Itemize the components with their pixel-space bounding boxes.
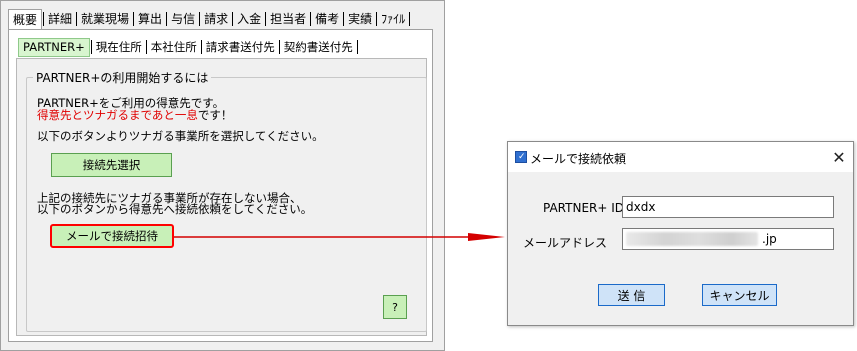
send-button[interactable]: 送 信 <box>598 284 665 306</box>
redacted-email <box>626 232 758 246</box>
email-input[interactable]: .jp <box>622 228 834 250</box>
dialog-title: メールで接続依頼 <box>530 152 627 166</box>
partner-id-label: PARTNER+ ID <box>543 201 625 215</box>
partner-id-input[interactable]: dxdx <box>622 196 834 218</box>
app-icon: ✓ <box>515 151 527 163</box>
email-label: メールアドレス <box>523 236 608 250</box>
close-icon[interactable]: ✕ <box>829 147 849 167</box>
email-domain-suffix: .jp <box>762 232 777 246</box>
cancel-button[interactable]: キャンセル <box>702 284 777 306</box>
